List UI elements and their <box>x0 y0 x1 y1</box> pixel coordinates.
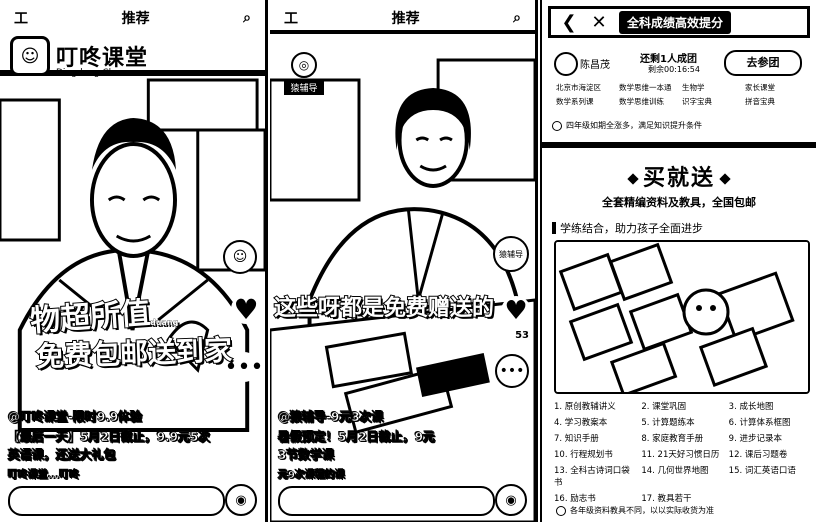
description-line-1: 暑假预定！5月2日截止，9元 <box>278 430 436 445</box>
headline-free-gift: 这些呀都是免费赠送的 <box>273 295 495 322</box>
list-item: 11. 21天好习惯日历 <box>641 450 720 460</box>
search-icon[interactable]: ⌕ <box>507 10 527 26</box>
more-ellipsis-icon[interactable]: ••• <box>225 352 263 382</box>
info-note-text: 四年级如期全涨多，满足知识提升条件 <box>566 121 702 130</box>
list-item: 10. 行程规划书 <box>554 450 613 460</box>
music-disc-icon[interactable]: ◉ <box>495 484 527 516</box>
materials-illustration <box>556 242 808 392</box>
list-item: 15. 词汇英语口语 <box>728 466 796 476</box>
back-arrow-icon[interactable]: ❮ <box>559 12 579 33</box>
tab-left[interactable]: 工 <box>278 8 304 28</box>
music-line: 元9次课程的课 <box>278 470 346 482</box>
list-item: 6. 计算体系框图 <box>728 418 791 428</box>
avatar-button[interactable]: ☺ <box>223 240 257 274</box>
list-item: 4. 学习教案本 <box>554 418 608 428</box>
list-item: 2. 课堂巩固 <box>641 402 687 412</box>
more-ellipsis-icon[interactable]: ••• <box>495 354 529 388</box>
close-icon[interactable]: ✕ <box>589 12 609 33</box>
headline-free-shipping: 免费包邮送到家 <box>35 333 234 375</box>
mascot-icon: ☺ <box>10 36 50 76</box>
brand-logo: ☺ 叮咚课堂 Dingdong Class <box>10 36 148 78</box>
group-timer: 剩余00:16:54 <box>648 65 700 74</box>
page-header: ❮ ✕ 全科成绩高效提分 <box>548 6 810 38</box>
music-line: 叮咚课堂...叮咚 <box>8 470 80 482</box>
tag-item[interactable]: 拼音宝典 <box>745 96 808 107</box>
list-item: 7. 知识手册 <box>554 434 599 444</box>
brand-sub: Dingdong Class <box>56 68 127 78</box>
tag-list: 北京市海淀区 数学思维一本通 生物学 家长课堂 数学系列课 数学思维训练 识字宝… <box>556 82 808 107</box>
description-line-2: 英语课，还送大礼包 <box>8 448 117 463</box>
diamond-icon <box>719 173 731 185</box>
search-icon[interactable]: ⌕ <box>237 10 257 26</box>
brand-badge: ◎ 猿辅导 <box>284 52 324 95</box>
highlight-line: 学练结合，助力孩子全面进步 <box>552 220 703 236</box>
list-item: 1. 原创教辅讲义 <box>554 402 616 412</box>
accent-bar <box>552 222 556 234</box>
list-item: 17. 教具若干 <box>641 494 692 504</box>
like-heart-icon[interactable]: ♥ <box>501 296 531 326</box>
tag-item[interactable]: 数学思维训练 <box>619 96 682 107</box>
promo-block: 买就送 全套精编资料及教具，全国包邮 <box>542 160 816 210</box>
join-group-button[interactable]: 去参团 <box>724 50 802 76</box>
tag-item[interactable]: 家长课堂 <box>745 82 808 93</box>
group-status: 还剩1人成团 <box>640 54 697 65</box>
materials-list: 1. 原创教辅讲义 2. 课堂巩固 3. 成长地图 4. 学习教案本 5. 计算… <box>554 400 810 504</box>
landing-page-panel: ❮ ✕ 全科成绩高效提分 陈昌茂 还剩1人成团 剩余00:16:54 去参团 北… <box>540 0 816 522</box>
tab-recommend[interactable]: 推荐 <box>386 8 426 28</box>
author-handle[interactable]: @猿辅导-9元3次课 <box>278 408 384 425</box>
tab-left[interactable]: 工 <box>8 8 34 28</box>
description-line-2: 3节数学课 <box>278 448 335 463</box>
group-user-name: 陈昌茂 <box>580 60 610 71</box>
section-divider <box>542 142 816 148</box>
like-heart-icon[interactable]: ♥ <box>231 293 261 326</box>
tab-recommend[interactable]: 推荐 <box>116 8 156 28</box>
info-note-text: 各年级资料教具不同，以以实际收货为准 <box>570 506 714 515</box>
info-note-bottom: 各年级资料教具不同，以以实际收货为准 <box>556 505 714 516</box>
list-item: 8. 家庭教育手册 <box>641 434 704 444</box>
list-item: 9. 进步记录本 <box>728 434 782 444</box>
list-item: 12. 课后习题卷 <box>728 450 788 460</box>
comment-input[interactable] <box>278 486 495 516</box>
info-note-top: 四年级如期全涨多，满足知识提升条件 <box>552 120 702 131</box>
tag-item[interactable]: 数学思维一本通 <box>619 82 682 93</box>
list-item: 5. 计算题练本 <box>641 418 695 428</box>
headline-sfx: duang <box>150 318 179 328</box>
list-item: 3. 成长地图 <box>728 402 774 412</box>
avatar-label: 猿辅导 <box>499 249 523 259</box>
group-buy-row: 陈昌茂 还剩1人成团 剩余00:16:54 去参团 <box>550 48 808 78</box>
avatar <box>554 52 578 76</box>
diamond-icon <box>627 173 639 185</box>
promo-subtitle: 全套精编资料及教具，全国包邮 <box>602 196 756 209</box>
info-icon <box>552 120 562 131</box>
tag-item[interactable]: 生物学 <box>682 82 745 93</box>
music-disc-icon[interactable]: ◉ <box>225 484 257 516</box>
comment-input[interactable] <box>8 486 225 516</box>
list-item: 16. 励志书 <box>554 494 596 504</box>
tag-item[interactable]: 数学系列课 <box>556 96 619 107</box>
video-panel-yuanfudao[interactable]: 工 推荐 ⌕ ◎ 猿辅导 猿辅导 ♥ 53 ••• 这些呀都是免费赠送的 @猿辅… <box>270 0 538 522</box>
list-item: 13. 全科古诗词口袋书 <box>554 466 630 488</box>
tag-item[interactable]: 识字宝典 <box>682 96 745 107</box>
brand-logo-icon: ◎ <box>291 52 317 78</box>
description-line-1: 【最后一天】5月2日截止，9.9元5次 <box>8 430 211 445</box>
avatar-button[interactable]: 猿辅导 <box>493 236 529 272</box>
info-icon <box>556 505 566 516</box>
author-handle[interactable]: @叮咚课堂-限时9.9体验 <box>8 408 143 425</box>
tag-item[interactable]: 北京市海淀区 <box>556 82 619 93</box>
highlight-text: 学练结合，助力孩子全面进步 <box>560 222 703 235</box>
video-panel-dingdong[interactable]: 工 推荐 ⌕ ☺ 叮咚课堂 Dingdong Class ☺ ♥ ••• 物超所… <box>0 0 268 522</box>
promo-title: 买就送 <box>642 166 715 191</box>
materials-image <box>554 240 810 394</box>
brand-badge-label: 猿辅导 <box>284 80 324 95</box>
list-item: 14. 几何世界地图 <box>641 466 709 476</box>
page-title: 全科成绩高效提分 <box>619 10 732 34</box>
like-count: 53 <box>515 330 529 341</box>
